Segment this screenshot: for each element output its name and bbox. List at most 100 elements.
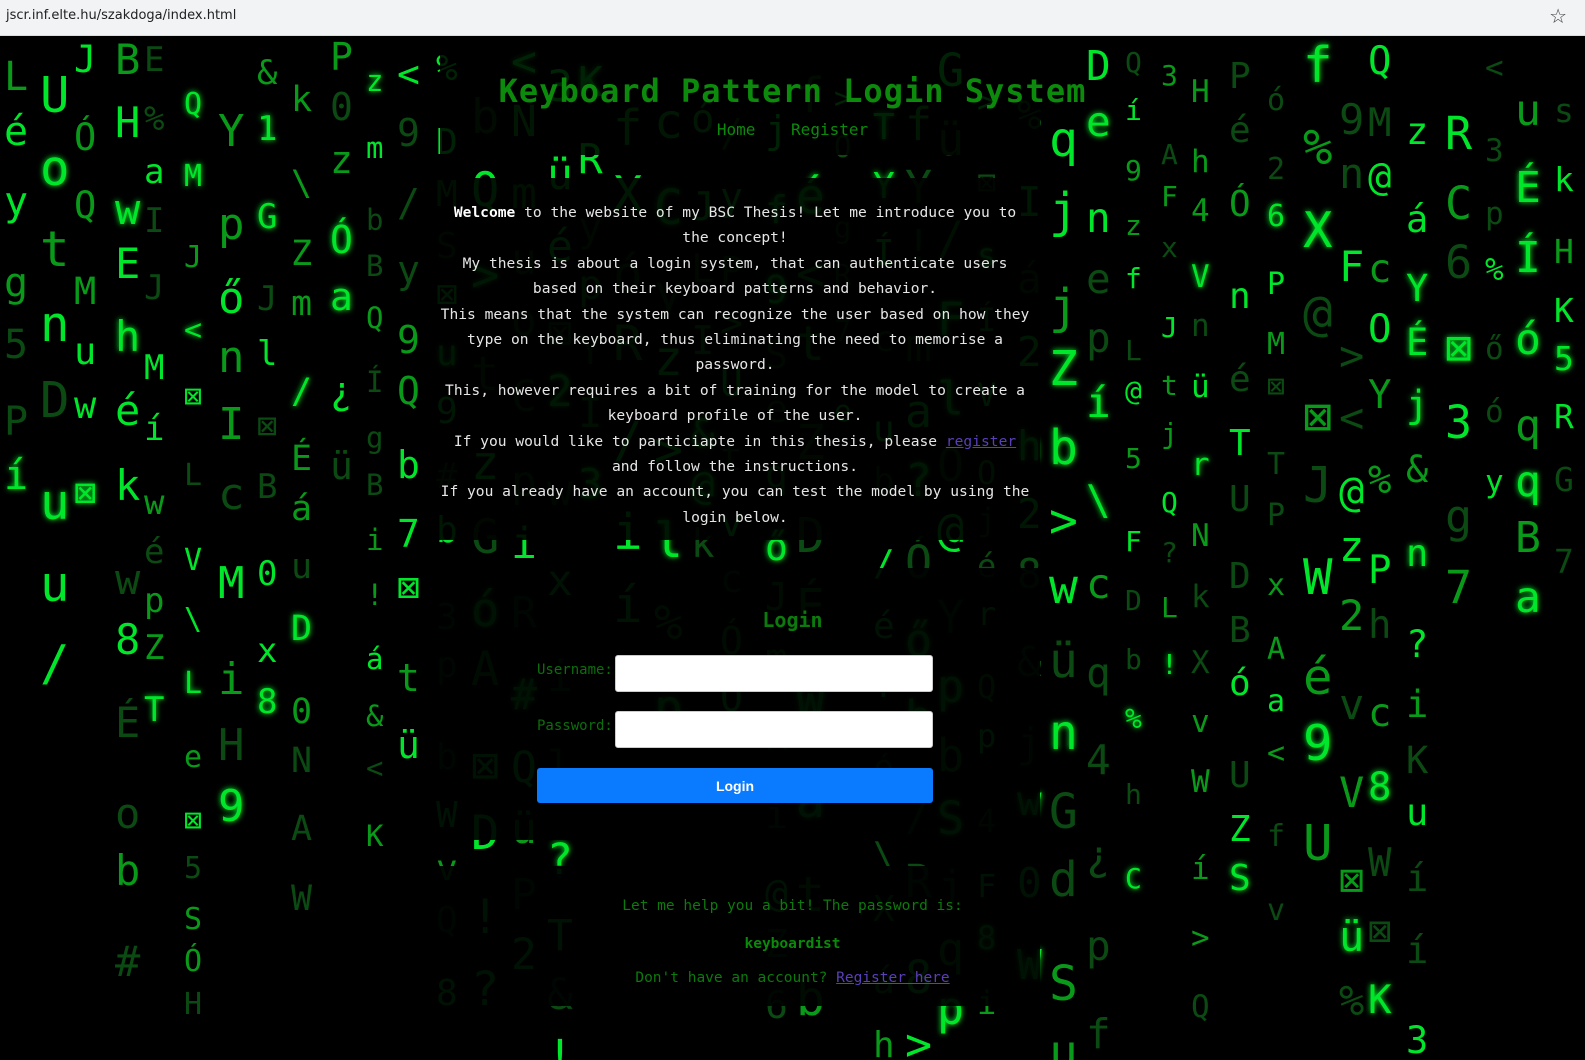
matrix-glyph: p xyxy=(218,199,245,250)
matrix-glyph: J xyxy=(257,279,278,319)
matrix-glyph: 3 xyxy=(1445,396,1473,449)
matrix-glyph: T xyxy=(1229,423,1251,464)
matrix-glyph: é xyxy=(1229,359,1251,400)
matrix-glyph: M xyxy=(1267,327,1286,362)
matrix-glyph: t xyxy=(397,656,420,700)
welcome-word: Welcome xyxy=(453,204,516,221)
matrix-glyph: m xyxy=(291,284,313,324)
matrix-glyph: N xyxy=(1191,518,1210,554)
main-nav: Home Register xyxy=(0,120,1585,139)
matrix-glyph: P xyxy=(1267,498,1286,533)
matrix-glyph: h xyxy=(1191,144,1210,180)
register-here-link[interactable]: Register here xyxy=(836,970,950,986)
matrix-glyph: % xyxy=(1368,458,1392,503)
matrix-glyph: f xyxy=(1125,262,1142,295)
matrix-glyph: O xyxy=(1368,307,1392,352)
matrix-glyph: h xyxy=(873,1025,895,1060)
matrix-glyph: ¿ xyxy=(1086,832,1111,880)
nav-home-link[interactable]: Home xyxy=(717,120,756,139)
matrix-glyph: C xyxy=(1445,177,1473,230)
matrix-glyph: > xyxy=(1049,493,1078,549)
intro-line-1-text: to the website of my BSC Thesis! Let me … xyxy=(515,204,1017,247)
matrix-glyph: r xyxy=(1191,447,1210,483)
matrix-glyph: C xyxy=(1125,862,1142,895)
matrix-glyph: z xyxy=(1339,522,1365,571)
matrix-glyph: H xyxy=(1554,232,1574,271)
matrix-glyph: W xyxy=(1368,841,1392,886)
matrix-glyph: t xyxy=(1161,369,1178,402)
matrix-glyph: ⊠ xyxy=(184,803,203,838)
matrix-glyph: l xyxy=(257,334,278,374)
matrix-glyph: ó xyxy=(1515,315,1541,365)
matrix-glyph: x xyxy=(257,631,278,671)
browser-address-bar[interactable]: jscr.inf.elte.hu/szakdoga/index.html ☆ xyxy=(0,0,1585,36)
matrix-glyph: g xyxy=(1445,490,1473,543)
matrix-glyph: X xyxy=(1191,645,1210,681)
password-value: keyboardist xyxy=(744,936,841,952)
intro-register-link[interactable]: register xyxy=(946,433,1016,450)
matrix-glyph: i xyxy=(1406,683,1429,726)
matrix-glyph: W xyxy=(1191,764,1210,800)
matrix-glyph: ó xyxy=(1229,663,1251,704)
matrix-glyph: 8 xyxy=(257,682,278,722)
matrix-glyph: V xyxy=(184,543,203,578)
matrix-glyph: % xyxy=(1485,252,1504,288)
site-title: Keyboard Pattern Login System xyxy=(498,72,1087,110)
matrix-glyph: i xyxy=(366,523,384,557)
matrix-glyph: S xyxy=(1229,858,1251,899)
matrix-glyph: k xyxy=(1554,160,1574,199)
matrix-glyph: B xyxy=(257,467,278,507)
matrix-glyph: \ xyxy=(291,164,313,204)
matrix-glyph: y xyxy=(397,248,420,292)
matrix-glyph: ő xyxy=(1485,331,1504,367)
matrix-glyph: ! xyxy=(1161,648,1178,681)
matrix-glyph: U xyxy=(1229,755,1251,796)
matrix-glyph: f xyxy=(1267,819,1286,854)
matrix-glyph: q xyxy=(1515,401,1541,451)
matrix-glyph: ? xyxy=(1161,536,1178,569)
matrix-glyph: I xyxy=(218,399,245,450)
matrix-glyph: É xyxy=(115,698,141,747)
matrix-glyph: d xyxy=(1049,852,1078,908)
matrix-glyph: D xyxy=(1229,556,1251,597)
matrix-glyph: & xyxy=(1406,448,1429,491)
login-button[interactable]: Login xyxy=(537,768,933,803)
nav-register-link[interactable]: Register xyxy=(791,120,868,139)
matrix-glyph: b xyxy=(115,846,141,895)
username-input[interactable] xyxy=(615,655,933,692)
intro-line-5-text: If you would like to particiapte in this… xyxy=(453,432,946,450)
matrix-glyph: c xyxy=(1368,247,1392,292)
matrix-glyph: a xyxy=(144,152,165,192)
matrix-glyph: u xyxy=(291,547,313,587)
password-input[interactable] xyxy=(615,711,933,748)
matrix-glyph: A xyxy=(1161,138,1178,171)
matrix-glyph: b xyxy=(1125,643,1142,676)
matrix-glyph: V xyxy=(1191,259,1210,295)
matrix-glyph: u xyxy=(74,330,97,373)
url-text[interactable]: jscr.inf.elte.hu/szakdoga/index.html xyxy=(6,8,236,23)
intro-line-2: My thesis is about a login system, that … xyxy=(462,254,1008,298)
matrix-glyph: K xyxy=(1368,978,1392,1023)
matrix-glyph: í xyxy=(4,453,29,499)
matrix-glyph: 9 xyxy=(1125,154,1142,187)
matrix-glyph: n xyxy=(218,332,245,383)
matrix-glyph: n xyxy=(1339,149,1365,198)
matrix-glyph: k xyxy=(115,461,141,510)
matrix-glyph: í xyxy=(144,409,165,449)
matrix-glyph: G xyxy=(257,197,278,237)
intro-line-1: Welcome to the website of my BSC Thesis!… xyxy=(437,200,1033,251)
matrix-glyph: @ xyxy=(1339,467,1365,516)
matrix-glyph: j xyxy=(1049,183,1078,239)
matrix-glyph: u xyxy=(40,474,70,531)
intro-line-5: If you would like to particiapte in this… xyxy=(437,429,1033,480)
matrix-glyph: P xyxy=(1368,548,1392,593)
matrix-glyph: F xyxy=(1161,180,1178,213)
matrix-glyph: ⊠ xyxy=(1445,321,1473,374)
matrix-glyph: y xyxy=(1485,464,1504,500)
matrix-glyph: ⊠ xyxy=(74,471,97,514)
matrix-glyph: ü xyxy=(397,723,420,767)
matrix-glyph: H xyxy=(184,987,203,1022)
matrix-glyph: Y xyxy=(1368,373,1392,418)
star-icon[interactable]: ☆ xyxy=(1549,4,1567,28)
matrix-glyph: h xyxy=(115,312,141,361)
